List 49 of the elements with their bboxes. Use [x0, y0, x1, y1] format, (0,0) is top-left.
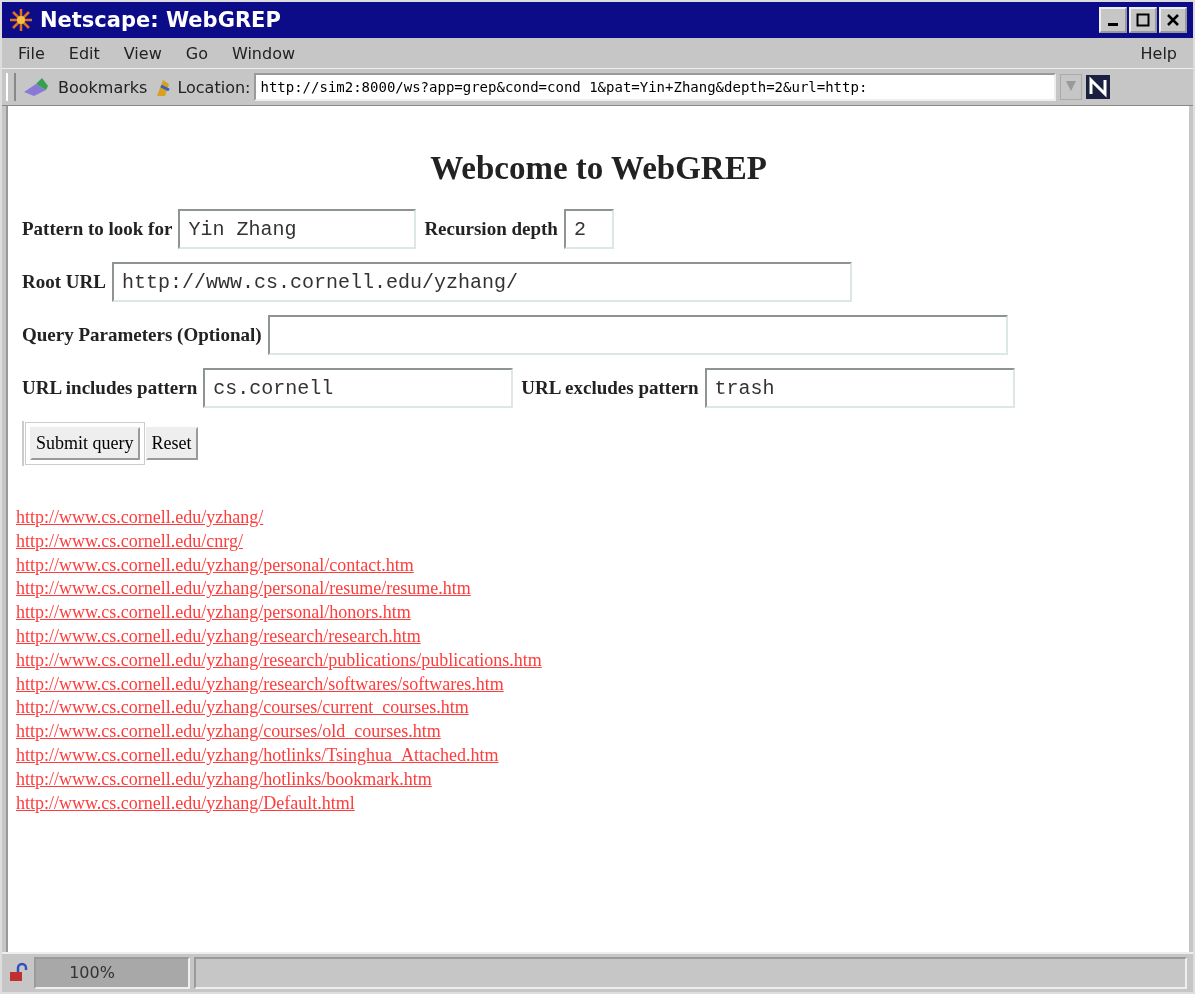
close-icon	[1166, 13, 1180, 27]
progress-text: 100%	[68, 962, 116, 984]
result-link[interactable]: http://www.cs.cornell.edu/yzhang/courses/current_courses.htm	[16, 696, 469, 721]
result-link[interactable]: http://www.cs.cornell.edu/yzhang/courses/old_courses.htm	[16, 720, 441, 744]
result-link[interactable]: http://www.cs.cornell.edu/yzhang/hotlinks/Tsinghua_Attached.htm	[16, 743, 499, 768]
field-label: Query Parameters (Optional)	[22, 324, 262, 346]
form-button[interactable]: Reset	[145, 427, 198, 460]
menu-item[interactable]: Edit	[58, 41, 110, 65]
result-link[interactable]: http://www.cs.cornell.edu/yzhang/personal/contact.htm	[16, 553, 414, 578]
result-link[interactable]: http://www.cs.cornell.edu/cnrg/	[16, 529, 243, 554]
bookmarks-button[interactable]: Bookmarks	[20, 76, 150, 98]
close-button[interactable]	[1159, 7, 1187, 33]
text-field[interactable]: 2	[563, 209, 614, 249]
menu-item[interactable]: Window	[221, 41, 305, 65]
result-link[interactable]: http://www.cs.cornell.edu/yzhang/personal/honors.htm	[16, 601, 411, 625]
menu-item[interactable]: File	[8, 41, 55, 65]
help-menu[interactable]: Help	[1130, 41, 1187, 65]
result-link[interactable]: http://www.cs.cornell.edu/yzhang/research/research.htm	[16, 625, 421, 649]
menu-item[interactable]: Go	[175, 41, 218, 65]
result-link[interactable]: http://www.cs.cornell.edu/yzhang/	[16, 506, 264, 530]
text-field[interactable]	[267, 315, 1008, 355]
dropdown-arrow-icon	[1065, 78, 1078, 93]
text-field[interactable]: trash	[704, 368, 1015, 408]
field-label: Pattern to look for	[22, 218, 173, 240]
minimize-icon	[1108, 23, 1118, 26]
field-label: Recursion depth	[424, 218, 558, 240]
minimize-button[interactable]	[1099, 7, 1127, 33]
result-link[interactable]: http://www.cs.cornell.edu/yzhang/research/softwares/softwares.htm	[16, 672, 504, 697]
text-field[interactable]: http://www.cs.cornell.edu/yzhang/	[111, 262, 852, 302]
maximize-button[interactable]	[1129, 7, 1157, 33]
location-field[interactable]: http://sim2:8000/ws?app=grep&cond=cond_1&pat=Yin+Zhang&depth=2&url=http:	[254, 73, 1057, 101]
padlock-icon	[8, 962, 30, 984]
window-title: Netscape: WebGREP	[40, 8, 281, 32]
n-logo-icon	[1086, 75, 1111, 99]
maximize-icon	[1136, 13, 1150, 27]
toolbar-grip[interactable]	[6, 73, 16, 101]
result-link[interactable]: http://www.cs.cornell.edu/yzhang/research/publications/publications.htm	[16, 648, 542, 673]
field-label: Root URL	[22, 271, 106, 293]
field-label: URL includes pattern	[22, 377, 198, 399]
star-burst-icon	[8, 7, 34, 33]
text-field[interactable]: cs.cornell	[203, 368, 514, 408]
page-heading: Webcome to WebGREP	[429, 150, 768, 187]
result-link[interactable]: http://www.cs.cornell.edu/yzhang/Default.html	[16, 791, 355, 816]
result-link[interactable]: http://www.cs.cornell.edu/yzhang/hotlinks/bookmark.htm	[16, 767, 432, 792]
result-link[interactable]: http://www.cs.cornell.edu/yzhang/personal/resume/resume.htm	[16, 577, 471, 602]
field-label: URL excludes pattern	[521, 377, 699, 399]
text-field[interactable]: Yin Zhang	[178, 209, 417, 249]
menu-item[interactable]: View	[113, 41, 172, 65]
location-label: Location:	[177, 77, 251, 97]
